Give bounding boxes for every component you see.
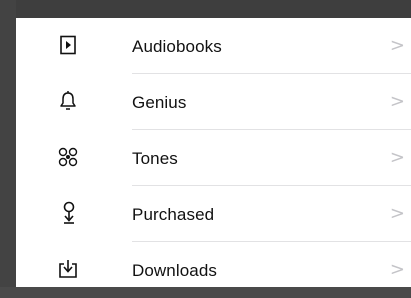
menu-item-downloads[interactable]: Downloads > <box>16 242 411 298</box>
chevron-right-icon: > <box>389 259 405 280</box>
more-menu-panel: Audiobooks > Genius > Tones > Purchased … <box>16 18 411 287</box>
menu-item-genius[interactable]: Genius > <box>16 74 411 130</box>
purchased-icon <box>56 201 80 225</box>
chevron-right-icon: > <box>389 147 405 168</box>
bell-icon <box>56 89 80 113</box>
menu-item-audiobooks[interactable]: Audiobooks > <box>16 18 411 74</box>
menu-item-label: Purchased <box>132 205 215 224</box>
downloads-icon <box>56 257 80 281</box>
menu-item-tones[interactable]: Tones > <box>16 130 411 186</box>
menu-item-label: Audiobooks <box>132 37 222 56</box>
chevron-right-icon: > <box>389 91 405 112</box>
left-edge <box>0 0 16 287</box>
menu-item-purchased[interactable]: Purchased > <box>16 186 411 242</box>
menu-item-label: Genius <box>132 93 187 112</box>
menu-list: Audiobooks > Genius > Tones > Purchased … <box>16 18 411 298</box>
menu-item-label: Downloads <box>132 261 218 280</box>
chevron-right-icon: > <box>389 35 405 56</box>
tones-icon <box>56 145 80 169</box>
chevron-right-icon: > <box>389 203 405 224</box>
menu-item-label: Tones <box>132 149 178 168</box>
top-bar <box>0 0 411 20</box>
audiobook-icon <box>56 33 80 57</box>
